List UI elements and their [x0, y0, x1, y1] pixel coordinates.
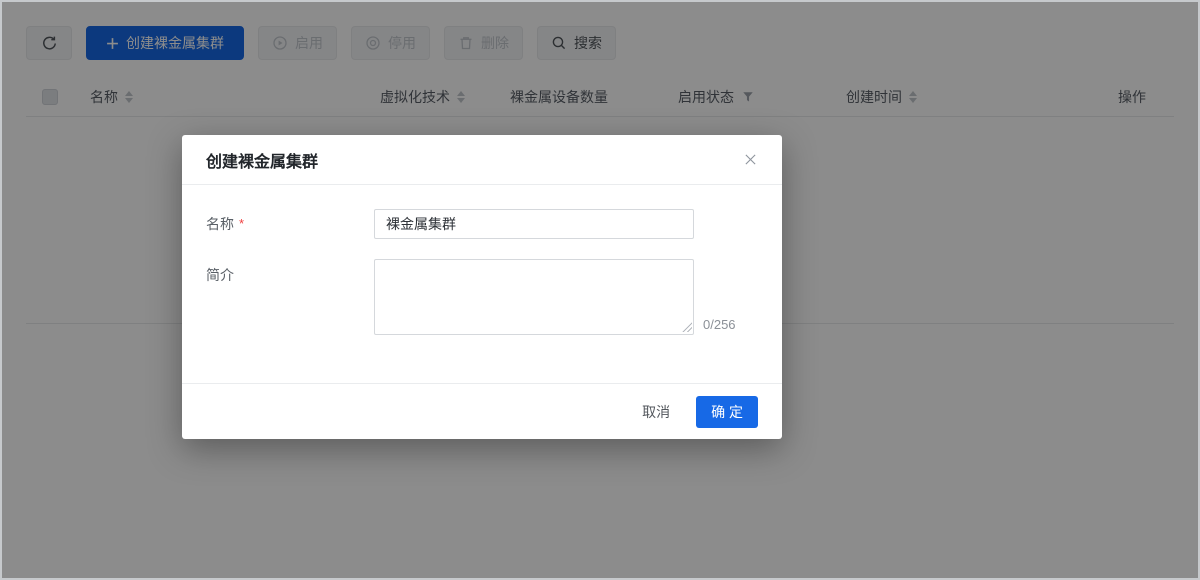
cancel-button[interactable]: 取消	[642, 402, 670, 422]
name-field-label: 名称 *	[206, 214, 374, 234]
label-text: 简介	[206, 267, 234, 283]
char-counter: 0/256	[703, 317, 736, 335]
intro-field-row: 简介 0/256	[206, 259, 758, 335]
name-field-row: 名称 *	[206, 209, 758, 239]
modal-header: 创建裸金属集群	[182, 135, 782, 185]
confirm-button[interactable]: 确 定	[696, 396, 758, 428]
intro-textarea-wrap	[374, 259, 694, 335]
intro-textarea[interactable]	[374, 259, 694, 335]
modal-body: 名称 * 简介 0/256	[182, 185, 782, 383]
bare-metal-cluster-window: 创建裸金属集群 启用 停用	[0, 0, 1200, 580]
close-icon[interactable]	[744, 153, 758, 167]
modal-title: 创建裸金属集群	[206, 148, 318, 172]
modal-footer: 取消 确 定	[182, 383, 782, 439]
label-text: 名称	[206, 216, 234, 232]
intro-field-label: 简介	[206, 259, 374, 285]
create-cluster-modal: 创建裸金属集群 名称 * 简介	[182, 135, 782, 439]
name-input[interactable]	[374, 209, 694, 239]
required-asterisk: *	[239, 216, 244, 231]
